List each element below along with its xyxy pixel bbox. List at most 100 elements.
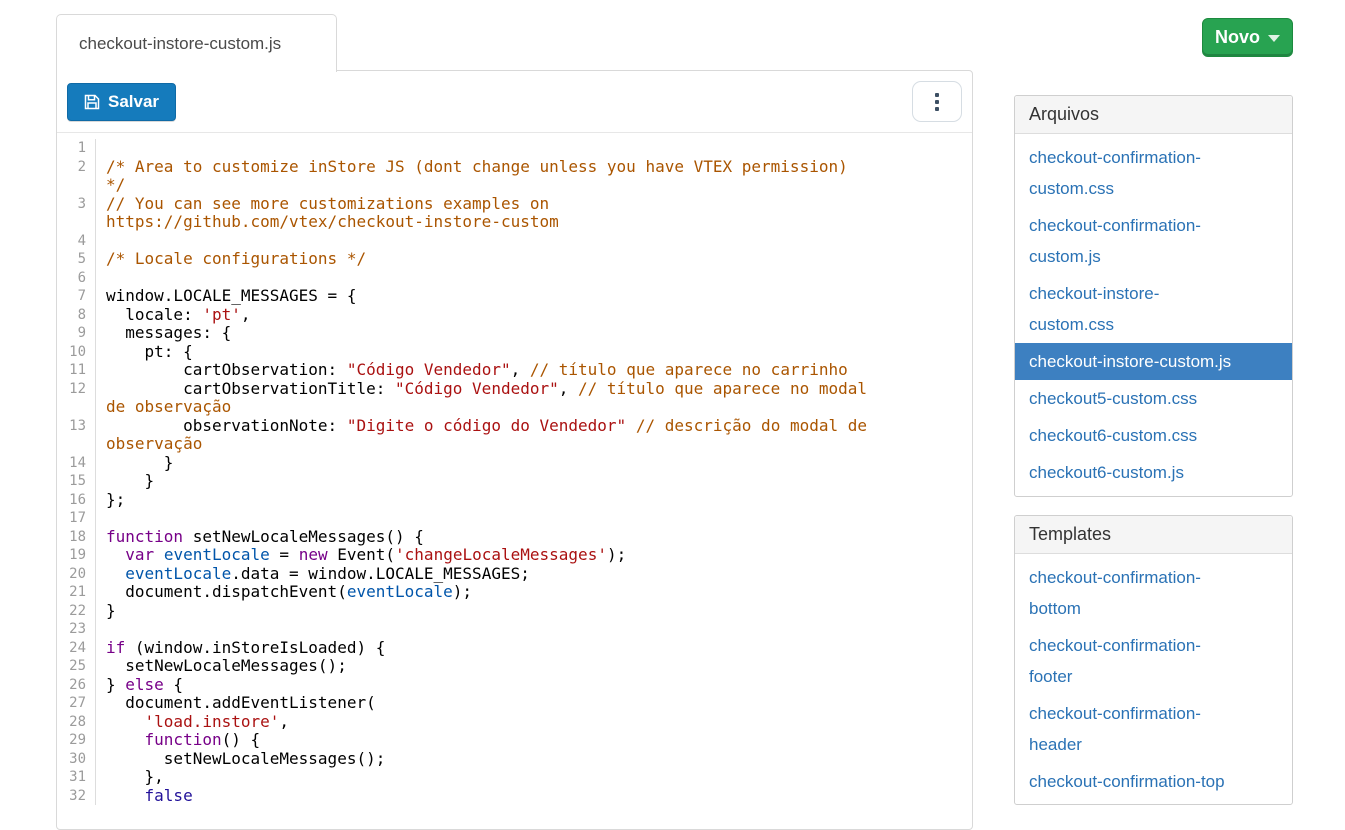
code-line[interactable]: 15 } (57, 472, 972, 491)
template-link[interactable]: checkout-confirmation-top (1015, 763, 1292, 800)
code-line[interactable]: 32 false (57, 787, 972, 806)
code-line[interactable]: 27 document.addEventListener( (57, 694, 972, 713)
code-line-text (96, 509, 972, 528)
code-line[interactable]: 31 }, (57, 768, 972, 787)
novo-button[interactable]: Novo (1202, 18, 1293, 57)
code-line-text: function() { (96, 731, 972, 750)
line-number: 8 (57, 306, 96, 325)
code-line[interactable]: 25 setNewLocaleMessages(); (57, 657, 972, 676)
file-link[interactable]: checkout-instore- custom.css (1015, 275, 1292, 343)
code-line-text: window.LOCALE_MESSAGES = { (96, 287, 972, 306)
code-line[interactable]: 8 locale: 'pt', (57, 306, 972, 325)
code-line[interactable]: 24if (window.inStoreIsLoaded) { (57, 639, 972, 658)
code-line[interactable]: 16}; (57, 491, 972, 510)
editor-toolbar: Salvar (57, 71, 972, 133)
line-number: 27 (57, 694, 96, 713)
file-link[interactable]: checkout6-custom.css (1015, 417, 1292, 454)
line-number: 20 (57, 565, 96, 584)
code-line[interactable]: 20 eventLocale.data = window.LOCALE_MESS… (57, 565, 972, 584)
code-line-text (96, 232, 972, 251)
code-line-text: // You can see more customizations examp… (96, 195, 972, 232)
line-number: 31 (57, 768, 96, 787)
code-line[interactable]: 17 (57, 509, 972, 528)
template-link[interactable]: checkout-confirmation- footer (1015, 627, 1292, 695)
line-number: 14 (57, 454, 96, 473)
template-link[interactable]: checkout-confirmation- bottom (1015, 559, 1292, 627)
line-number: 26 (57, 676, 96, 695)
code-line[interactable]: 2/* Area to customize inStore JS (dont c… (57, 158, 972, 195)
code-line-text: document.addEventListener( (96, 694, 972, 713)
code-line-text: observationNote: "Digite o código do Ven… (96, 417, 972, 454)
line-number: 10 (57, 343, 96, 362)
line-number: 23 (57, 620, 96, 639)
editor-tab[interactable]: checkout-instore-custom.js (56, 14, 337, 72)
code-line-text: document.dispatchEvent(eventLocale); (96, 583, 972, 602)
code-line[interactable]: 13 observationNote: "Digite o código do … (57, 417, 972, 454)
file-link[interactable]: checkout6-custom.js (1015, 454, 1292, 491)
template-link[interactable]: checkout-confirmation- header (1015, 695, 1292, 763)
code-line[interactable]: 18function setNewLocaleMessages() { (57, 528, 972, 547)
file-link-active[interactable]: checkout-instore-custom.js (1015, 343, 1292, 380)
code-line-text (96, 139, 972, 158)
caret-down-icon (1268, 35, 1280, 42)
code-line[interactable]: 4 (57, 232, 972, 251)
code-line-text: cartObservation: "Código Vendedor", // t… (96, 361, 972, 380)
line-number: 6 (57, 269, 96, 288)
code-line[interactable]: 6 (57, 269, 972, 288)
templates-panel: Templates checkout-confirmation- bottomc… (1014, 515, 1293, 805)
line-number: 15 (57, 472, 96, 491)
code-line[interactable]: 19 var eventLocale = new Event('changeLo… (57, 546, 972, 565)
code-line[interactable]: 7window.LOCALE_MESSAGES = { (57, 287, 972, 306)
editor-tab-title: checkout-instore-custom.js (79, 34, 281, 54)
line-number: 19 (57, 546, 96, 565)
code-lines: 1 2/* Area to customize inStore JS (dont… (57, 139, 972, 805)
line-number: 4 (57, 232, 96, 251)
code-line[interactable]: 1 (57, 139, 972, 158)
code-line[interactable]: 22} (57, 602, 972, 621)
line-number: 32 (57, 787, 96, 806)
line-number: 13 (57, 417, 96, 454)
code-line[interactable]: 14 } (57, 454, 972, 473)
line-number: 12 (57, 380, 96, 417)
code-line[interactable]: 3// You can see more customizations exam… (57, 195, 972, 232)
file-link[interactable]: checkout-confirmation- custom.css (1015, 139, 1292, 207)
code-line-text: if (window.inStoreIsLoaded) { (96, 639, 972, 658)
line-number: 11 (57, 361, 96, 380)
save-button[interactable]: Salvar (67, 83, 176, 121)
code-line-text (96, 269, 972, 288)
code-line[interactable]: 21 document.dispatchEvent(eventLocale); (57, 583, 972, 602)
line-number: 2 (57, 158, 96, 195)
code-line-text (96, 620, 972, 639)
code-line[interactable]: 12 cartObservationTitle: "Código Vendedo… (57, 380, 972, 417)
code-line-text: } (96, 602, 972, 621)
templates-panel-title: Templates (1015, 516, 1292, 554)
line-number: 7 (57, 287, 96, 306)
save-button-label: Salvar (108, 92, 159, 112)
code-line-text: var eventLocale = new Event('changeLocal… (96, 546, 972, 565)
code-line-text: /* Locale configurations */ (96, 250, 972, 269)
line-number: 29 (57, 731, 96, 750)
code-line-text: } (96, 454, 972, 473)
code-line-text: function setNewLocaleMessages() { (96, 528, 972, 547)
code-line[interactable]: 30 setNewLocaleMessages(); (57, 750, 972, 769)
options-menu-button[interactable] (912, 81, 962, 122)
code-line[interactable]: 29 function() { (57, 731, 972, 750)
line-number: 21 (57, 583, 96, 602)
file-link[interactable]: checkout-confirmation- custom.js (1015, 207, 1292, 275)
code-line[interactable]: 23 (57, 620, 972, 639)
code-line-text: pt: { (96, 343, 972, 362)
code-line[interactable]: 28 'load.instore', (57, 713, 972, 732)
code-line-text: messages: { (96, 324, 972, 343)
code-line-text: }; (96, 491, 972, 510)
code-line-text: false (96, 787, 972, 806)
code-line[interactable]: 5/* Locale configurations */ (57, 250, 972, 269)
file-link[interactable]: checkout5-custom.css (1015, 380, 1292, 417)
code-line-text: setNewLocaleMessages(); (96, 657, 972, 676)
file-list: checkout-confirmation- custom.csscheckou… (1015, 134, 1292, 496)
code-line[interactable]: 11 cartObservation: "Código Vendedor", /… (57, 361, 972, 380)
code-line[interactable]: 26} else { (57, 676, 972, 695)
code-line[interactable]: 9 messages: { (57, 324, 972, 343)
line-number: 3 (57, 195, 96, 232)
code-editor[interactable]: 1 2/* Area to customize inStore JS (dont… (57, 133, 972, 823)
code-line[interactable]: 10 pt: { (57, 343, 972, 362)
